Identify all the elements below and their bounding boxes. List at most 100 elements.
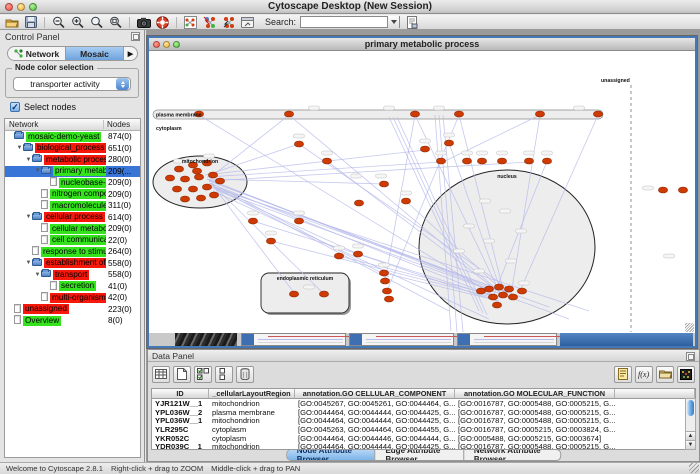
search-dropdown-button[interactable] <box>387 16 399 28</box>
network-node[interactable] <box>382 288 391 294</box>
expander-icon[interactable]: ▼ <box>34 168 41 174</box>
network-node[interactable] <box>436 158 445 164</box>
vizmapper-icon[interactable] <box>240 16 255 29</box>
network-node[interactable] <box>379 181 388 187</box>
table-row[interactable]: YPL036W__2plasma membrane[GO:0044464, GO… <box>152 408 695 417</box>
edge[interactable] <box>211 115 289 177</box>
network-node[interactable] <box>284 111 293 117</box>
network-node[interactable] <box>188 186 197 192</box>
window-resize-grip[interactable] <box>685 323 694 332</box>
network-node[interactable] <box>215 178 224 184</box>
network-node[interactable] <box>454 111 463 117</box>
matrix-icon[interactable] <box>677 366 695 383</box>
scroll-down-icon[interactable]: ▼ <box>686 440 695 449</box>
tree-column-nodes[interactable]: Nodes <box>104 120 140 129</box>
expander-icon[interactable]: ▼ <box>34 272 41 278</box>
network-node[interactable] <box>354 200 363 206</box>
background-window-fragment[interactable] <box>175 333 237 346</box>
network-view-window[interactable]: primary metabolic process plasma membran… <box>147 36 697 348</box>
network-node[interactable] <box>535 111 544 117</box>
table-row[interactable]: YPL036W__1mitochondrion[GO:0044464, GO:0… <box>152 416 695 425</box>
network-node[interactable] <box>319 291 328 297</box>
tree-row[interactable]: nucleobase-209(0) <box>5 177 140 189</box>
expander-icon[interactable]: ▼ <box>25 157 32 163</box>
network-node[interactable] <box>334 253 343 259</box>
tree-row[interactable]: multi-organism pro42(0) <box>5 292 140 304</box>
help-icon[interactable] <box>155 16 170 29</box>
network-node[interactable] <box>209 192 218 198</box>
background-window-fragment[interactable] <box>560 333 693 346</box>
table-column-header[interactable]: annotation.GO CELLULAR_COMPONENT <box>295 389 455 399</box>
tab-mosaic[interactable]: Mosaic <box>66 47 124 60</box>
network-node[interactable] <box>353 251 362 257</box>
network-node[interactable] <box>379 270 388 276</box>
network-node[interactable] <box>192 168 201 174</box>
network-view-title-bar[interactable]: primary metabolic process <box>149 38 695 51</box>
save-session-icon[interactable] <box>23 16 38 29</box>
float-panel-icon[interactable] <box>131 32 140 41</box>
network-node[interactable] <box>322 158 331 164</box>
network-node[interactable] <box>401 198 410 204</box>
app-resize-grip[interactable] <box>689 463 699 473</box>
snapshot-icon[interactable] <box>136 16 151 29</box>
tree-row[interactable]: unassigned223(0) <box>5 304 140 316</box>
tree-row[interactable]: response to stimulu264(0) <box>5 246 140 258</box>
zoom-selected-icon[interactable] <box>89 16 104 29</box>
network-panel-icon[interactable] <box>183 16 198 29</box>
tab-network[interactable]: Network <box>8 47 66 60</box>
network-node[interactable] <box>294 218 303 224</box>
attribute-dropdown[interactable]: transporter activity <box>13 77 131 91</box>
expander-icon[interactable]: ▼ <box>25 260 32 266</box>
network-node[interactable] <box>289 291 298 297</box>
network-node[interactable] <box>484 286 493 292</box>
network-node[interactable] <box>420 146 429 152</box>
background-window-fragment[interactable] <box>241 333 346 346</box>
attribute-columns-icon[interactable] <box>215 366 233 383</box>
edge[interactable] <box>211 183 389 277</box>
tab-edge-attribute-browser[interactable]: Edge Attribute Browser <box>375 450 463 460</box>
network-node[interactable] <box>498 292 507 298</box>
tree-row[interactable]: ▼establishment of lo558(0) <box>5 258 140 270</box>
table-column-header[interactable]: _cellularLayoutRegion <box>209 389 295 399</box>
network-node[interactable] <box>172 186 181 192</box>
tree-row[interactable]: macromolecule311(0) <box>5 200 140 212</box>
table-row[interactable]: YLR295Ccytoplasm[GO:0045263, GO:0044464,… <box>152 425 695 434</box>
tab-network-attribute-browser[interactable]: Network Attribute Browser <box>464 450 560 460</box>
tree-row[interactable]: ▼primary metabol209(... <box>5 166 140 178</box>
attribute-grid-icon[interactable] <box>152 366 170 383</box>
background-window-fragment[interactable] <box>457 333 557 346</box>
network-node[interactable] <box>174 166 183 172</box>
tree-row[interactable]: ▼cellular process614(0) <box>5 212 140 224</box>
edge[interactable] <box>205 150 425 175</box>
tab-node-attribute-browser[interactable]: Node Attribute Browser <box>287 450 376 460</box>
network-node[interactable] <box>294 141 303 147</box>
network-node[interactable] <box>444 140 453 146</box>
network-node[interactable] <box>542 158 551 164</box>
formula-icon[interactable]: f(x) <box>635 366 653 383</box>
zoom-fit-icon[interactable] <box>108 16 123 29</box>
zoom-in-icon[interactable] <box>70 16 85 29</box>
network-node[interactable] <box>508 294 517 300</box>
network-node[interactable] <box>678 187 687 193</box>
open-session-icon[interactable] <box>4 16 19 29</box>
network-node[interactable] <box>208 172 217 178</box>
scrollbar-thumb[interactable] <box>687 400 694 416</box>
tree-row[interactable]: mosaic-demo-yeast874(0) <box>5 131 140 143</box>
tree-row[interactable]: ▼metabolic process280(0) <box>5 154 140 166</box>
table-row[interactable]: YJR121W__1mitochondrion[GO:0045267, GO:0… <box>152 399 695 408</box>
scroll-up-icon[interactable]: ▲ <box>686 431 695 440</box>
network-node[interactable] <box>488 294 497 300</box>
tree-column-network[interactable]: Network <box>5 120 104 129</box>
network-node[interactable] <box>524 158 533 164</box>
tree-row[interactable]: Overview8(0) <box>5 315 140 327</box>
zoom-out-icon[interactable] <box>51 16 66 29</box>
new-attribute-icon[interactable] <box>173 366 191 383</box>
annotation-icon[interactable] <box>404 16 419 29</box>
network-node[interactable] <box>165 175 174 181</box>
tree-row[interactable]: nitrogen compo209(0) <box>5 189 140 201</box>
network-node[interactable] <box>504 286 513 292</box>
network-node[interactable] <box>593 111 602 117</box>
network-node[interactable] <box>180 196 189 202</box>
search-input[interactable] <box>301 17 387 27</box>
network-node[interactable] <box>410 111 419 117</box>
